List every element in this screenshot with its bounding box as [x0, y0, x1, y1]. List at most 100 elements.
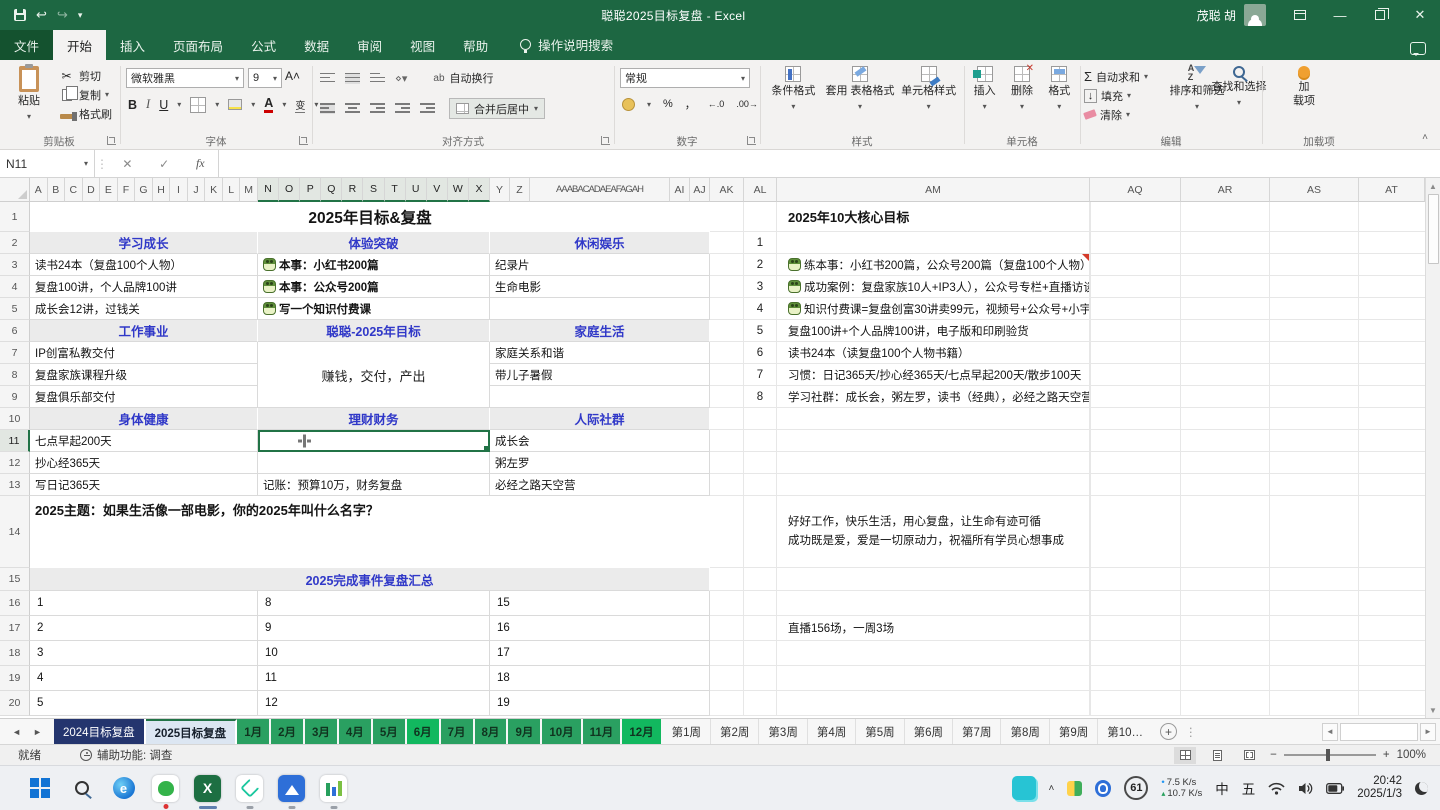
speaker-icon[interactable] [1298, 782, 1313, 795]
zoom-out-icon[interactable]: − [1270, 749, 1277, 761]
category-header-cell[interactable]: 体验突破 [258, 232, 490, 254]
event-number-cell[interactable]: 18 [490, 666, 710, 691]
goal-cell[interactable]: 粥左罗 [490, 452, 710, 474]
scroll-up-icon[interactable]: ▲ [1426, 178, 1440, 194]
row-header[interactable]: 6 [0, 320, 30, 342]
goal-cell[interactable]: 生命电影 [490, 276, 710, 298]
sort-filter-button[interactable]: AZ 排序和筛选▾ [1174, 60, 1220, 134]
goal-cell[interactable]: 复盘家族课程升级 [30, 364, 258, 386]
goal-number-cell[interactable]: 5 [744, 320, 777, 342]
percent-style-icon[interactable]: % [663, 98, 673, 110]
empty-cell[interactable] [710, 408, 744, 430]
empty-cell[interactable] [777, 474, 1090, 496]
empty-cell[interactable] [710, 202, 744, 232]
customize-qat-icon[interactable]: ▾ [78, 10, 83, 21]
column-header[interactable]: AL [744, 178, 777, 202]
row-header[interactable]: 9 [0, 386, 30, 408]
row-header[interactable]: 8 [0, 364, 30, 386]
empty-cell[interactable] [777, 666, 1090, 691]
account-name[interactable]: 茂聪 胡 [1197, 7, 1236, 24]
empty-cells[interactable] [1090, 386, 1425, 408]
tell-me-search[interactable]: 操作说明搜索 [520, 35, 613, 60]
addins-button[interactable]: 加载项 [1284, 60, 1324, 134]
empty-cells[interactable] [1090, 691, 1425, 716]
sheet-tab-month[interactable]: 10月 [542, 719, 582, 744]
autosum-button[interactable]: Σ自动求和▾ [1084, 68, 1148, 85]
goal-cell[interactable]: 抄心经365天 [30, 452, 258, 474]
motto-cell[interactable]: 好好工作，快乐生活，用心复盘，让生命有迹可循成功既是爱，爱是一切原动力，祝福所有… [777, 496, 1090, 568]
goal-number-cell[interactable]: 2 [744, 254, 777, 276]
number-format-select[interactable]: 常规▾ [620, 68, 750, 88]
empty-cells[interactable] [1090, 496, 1425, 568]
font-color-icon[interactable]: A [264, 96, 273, 113]
empty-cell[interactable] [777, 430, 1090, 452]
fill-color-icon[interactable] [228, 99, 242, 110]
sheet-tab-week[interactable]: 第4周 [808, 719, 856, 744]
sheet-tab-week[interactable]: 第7周 [953, 719, 1001, 744]
event-number-cell[interactable]: 11 [258, 666, 490, 691]
goal-number-cell[interactable]: 6 [744, 342, 777, 364]
goal-cell[interactable] [258, 452, 490, 474]
column-header[interactable]: G [135, 178, 153, 202]
align-middle-icon[interactable] [345, 73, 360, 84]
row-header[interactable]: 18 [0, 641, 30, 666]
row-header[interactable]: 5 [0, 298, 30, 320]
tab-page-layout[interactable]: 页面布局 [159, 30, 237, 60]
grow-font-icon[interactable]: A˄ [285, 69, 300, 83]
row-header[interactable]: 17 [0, 616, 30, 641]
row-header[interactable]: 19 [0, 666, 30, 691]
empty-cell[interactable] [744, 616, 777, 641]
sheet-tab-week[interactable]: 第6周 [905, 719, 953, 744]
event-number-cell[interactable]: 10 [258, 641, 490, 666]
goal-cell[interactable]: 纪录片 [490, 254, 710, 276]
core-goal-cell[interactable]: 学习社群：成长会，粥左罗，读书（经典），必经之路天空营 [777, 386, 1090, 408]
vertical-scrollbar[interactable]: ▲ ▼ [1425, 178, 1440, 718]
select-all-corner[interactable] [0, 178, 30, 202]
tab-insert[interactable]: 插入 [106, 30, 159, 60]
column-header-selected[interactable]: P [300, 178, 321, 202]
number-dialog-launcher-icon[interactable] [747, 136, 756, 145]
column-header[interactable]: AM [777, 178, 1090, 202]
empty-cell[interactable] [710, 691, 744, 716]
goal-number-cell[interactable]: 7 [744, 364, 777, 386]
cancel-icon[interactable]: ✕ [122, 157, 132, 171]
category-header-cell[interactable]: 人际社群 [490, 408, 710, 430]
paste-button[interactable]: 粘贴▾ [8, 60, 50, 134]
empty-cells[interactable] [1090, 364, 1425, 386]
row-header[interactable]: 12 [0, 452, 30, 474]
empty-cell[interactable] [744, 691, 777, 716]
event-number-cell[interactable]: 19 [490, 691, 710, 716]
goal-cell[interactable]: 带儿子暑假 [490, 364, 710, 386]
align-bottom-icon[interactable] [370, 73, 385, 84]
wifi-icon[interactable] [1268, 782, 1285, 795]
avatar[interactable] [1244, 4, 1266, 26]
empty-cell[interactable] [710, 298, 744, 320]
undo-icon[interactable]: ↩ [36, 7, 47, 23]
column-header-selected[interactable]: T [385, 178, 406, 202]
new-sheet-icon[interactable]: + [1160, 723, 1177, 740]
blue-app-button[interactable] [278, 775, 305, 802]
sheet-tab-week[interactable]: 第9周 [1050, 719, 1098, 744]
scroll-down-icon[interactable]: ▼ [1426, 702, 1440, 718]
category-header-cell[interactable]: 聪聪-2025年目标 [258, 320, 490, 342]
row-header[interactable]: 7 [0, 342, 30, 364]
wrap-text-button[interactable]: ab自动换行 [433, 70, 493, 86]
redo-icon[interactable]: ↪ [57, 7, 68, 23]
empty-cell[interactable] [744, 641, 777, 666]
moon-icon[interactable] [1415, 782, 1428, 795]
sheet-tab-month[interactable]: 3月 [305, 719, 339, 744]
tab-help[interactable]: 帮助 [449, 30, 502, 60]
sheet-tab-month[interactable]: 8月 [475, 719, 509, 744]
column-header[interactable]: AQ [1090, 178, 1181, 202]
empty-cell[interactable] [777, 568, 1090, 591]
goal-cell[interactable]: 必经之路天空营 [490, 474, 710, 496]
column-header[interactable]: M [240, 178, 258, 202]
goal-number-cell[interactable]: 8 [744, 386, 777, 408]
empty-cell[interactable] [710, 364, 744, 386]
zoom-level[interactable]: 100% [1397, 749, 1426, 761]
font-name-select[interactable]: 微软雅黑▾ [126, 68, 244, 88]
goal-number-cell[interactable]: 3 [744, 276, 777, 298]
horizontal-scrollbar[interactable]: ◄ ► [1322, 719, 1436, 744]
empty-cell[interactable] [710, 430, 744, 452]
merged-goal-cell[interactable]: 赚钱，交付，产出 [258, 364, 490, 386]
